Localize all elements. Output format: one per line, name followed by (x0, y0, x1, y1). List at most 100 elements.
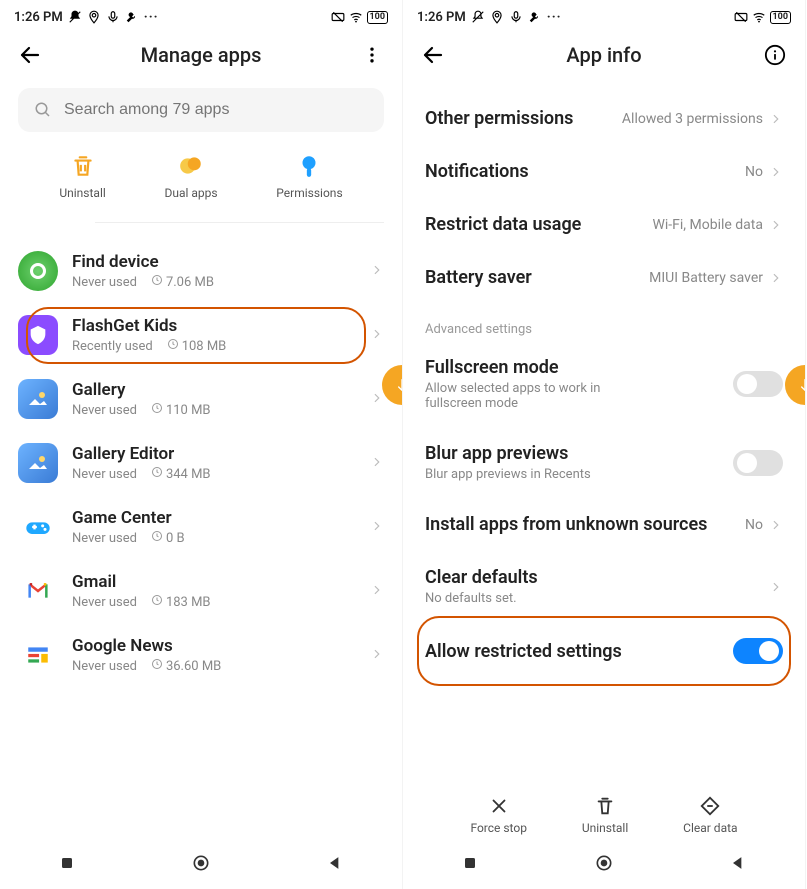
status-time: 1:26 PM (417, 10, 466, 25)
setting-text: Other permissions (425, 108, 573, 129)
app-text: Game CenterNever used 0 B (72, 508, 356, 546)
search-input[interactable] (64, 101, 368, 119)
app-usage: Never used (72, 467, 137, 482)
tool-uninstall[interactable]: Uninstall (59, 152, 105, 200)
nav-home-button[interactable] (594, 853, 614, 877)
toggle[interactable] (733, 371, 783, 397)
app-row-flashget-kids[interactable]: FlashGet KidsRecently used 108 MB (0, 303, 402, 367)
nav-back-button[interactable] (325, 853, 345, 877)
setting-install-apps-from-unknown-sources[interactable]: Install apps from unknown sourcesNo (403, 498, 805, 551)
setting-text: Clear defaultsNo defaults set. (425, 567, 538, 606)
action-uninstall[interactable]: Uninstall (582, 795, 628, 835)
action-clear-data[interactable]: Clear data (683, 795, 737, 835)
app-name: Find device (72, 252, 356, 272)
setting-label: Other permissions (425, 108, 573, 129)
setting-label: Install apps from unknown sources (425, 514, 707, 535)
nav-back-button[interactable] (728, 853, 748, 877)
app-row-gallery[interactable]: GalleryNever used 110 MB (0, 367, 402, 431)
app-row-game-center[interactable]: Game CenterNever used 0 B (0, 495, 402, 559)
nav-bar (0, 845, 402, 889)
app-row-google-news[interactable]: Google NewsNever used 36.60 MB (0, 623, 402, 687)
chevron-right-icon (370, 646, 384, 665)
more-dots-icon: ··· (144, 10, 159, 25)
search-bar[interactable] (18, 88, 384, 132)
setting-label: Restrict data usage (425, 214, 581, 235)
setting-sub: No defaults set. (425, 591, 538, 606)
setting-value (769, 580, 783, 594)
app-icon (18, 635, 58, 675)
app-usage: Never used (72, 531, 137, 546)
more-menu-button[interactable] (360, 43, 384, 67)
app-text: GalleryNever used 110 MB (72, 380, 356, 418)
keyboard-off-icon (331, 10, 345, 24)
setting-battery-saver[interactable]: Battery saverMIUI Battery saver (403, 251, 805, 304)
setting-notifications[interactable]: NotificationsNo (403, 145, 805, 198)
app-icon (18, 443, 58, 483)
page-title: App info (403, 43, 805, 67)
floating-scroll-button[interactable] (779, 365, 805, 405)
chevron-right-icon (370, 454, 384, 473)
action-force-stop[interactable]: Force stop (470, 795, 527, 835)
setting-allow-restricted-settings[interactable]: Allow restricted settings (403, 622, 805, 680)
settings-list[interactable]: Other permissions Allowed 3 permissions No… (403, 82, 805, 785)
setting-label: Battery saver (425, 267, 532, 288)
app-usage: Never used (72, 659, 137, 674)
setting-value: Wi-Fi, Mobile data (652, 217, 783, 233)
info-button[interactable] (763, 43, 787, 67)
setting-clear-defaults[interactable]: Clear defaultsNo defaults set. (403, 551, 805, 622)
app-name: Gmail (72, 572, 356, 592)
setting-label: Notifications (425, 161, 529, 182)
setting-blur-app-previews[interactable]: Blur app previewsBlur app previews in Re… (403, 427, 805, 498)
app-name: Game Center (72, 508, 356, 528)
tool-label: Dual apps (164, 186, 217, 200)
mic-off-icon (509, 10, 523, 24)
app-size: 7.06 MB (151, 274, 214, 290)
permissions-icon (295, 152, 323, 180)
action-label: Force stop (470, 821, 527, 835)
app-name: Google News (72, 636, 356, 656)
wifi-icon (752, 10, 766, 24)
back-button[interactable] (18, 43, 42, 67)
setting-text: Battery saver (425, 267, 532, 288)
nav-bar (403, 845, 805, 889)
toggle[interactable] (733, 638, 783, 664)
wifi-icon (349, 10, 363, 24)
app-text: Gallery EditorNever used 344 MB (72, 444, 356, 482)
nav-recent-button[interactable] (57, 853, 77, 877)
setting-other-permissions[interactable]: Other permissions Allowed 3 permissions (403, 92, 805, 145)
setting-restrict-data-usage[interactable]: Restrict data usage Wi-Fi, Mobile data (403, 198, 805, 251)
setting-text: Notifications (425, 161, 529, 182)
mic-off-icon (106, 10, 120, 24)
setting-sub: Allow selected apps to work in fullscree… (425, 381, 635, 411)
app-name: Gallery (72, 380, 356, 400)
toggle[interactable] (733, 450, 783, 476)
setting-text: Install apps from unknown sources (425, 514, 707, 535)
location-icon (87, 10, 101, 24)
app-usage: Recently used (72, 339, 153, 354)
app-text: Google NewsNever used 36.60 MB (72, 636, 356, 674)
setting-fullscreen-mode[interactable]: Fullscreen modeAllow selected apps to wo… (403, 341, 805, 427)
app-row-gallery-editor[interactable]: Gallery EditorNever used 344 MB (0, 431, 402, 495)
screen-app-info: 1:26 PM ··· 100 App info Other permissio… (403, 0, 806, 889)
app-list[interactable]: Find device Never used 7.06 MB FlashGet Ki… (0, 223, 402, 845)
tool-label: Permissions (276, 186, 342, 200)
more-dots-icon: ··· (547, 10, 562, 25)
nav-recent-button[interactable] (460, 853, 480, 877)
app-usage: Never used (72, 275, 137, 290)
floating-scroll-button[interactable] (376, 365, 402, 405)
app-text: Find device Never used 7.06 MB (72, 252, 356, 290)
chevron-right-icon (370, 582, 384, 601)
tool-permissions[interactable]: Permissions (276, 152, 342, 200)
app-row-find-device[interactable]: Find device Never used 7.06 MB (0, 239, 402, 303)
search-icon (34, 101, 52, 119)
app-icon (18, 251, 58, 291)
tool-dual-apps[interactable]: Dual apps (164, 152, 217, 200)
back-button[interactable] (421, 43, 445, 67)
mute-icon (68, 10, 82, 24)
screen-manage-apps: 1:26 PM ··· 100 Manage apps (0, 0, 403, 889)
app-usage: Never used (72, 403, 137, 418)
app-row-gmail[interactable]: GmailNever used 183 MB (0, 559, 402, 623)
setting-value: Allowed 3 permissions (622, 111, 783, 127)
app-icon (18, 379, 58, 419)
nav-home-button[interactable] (191, 853, 211, 877)
